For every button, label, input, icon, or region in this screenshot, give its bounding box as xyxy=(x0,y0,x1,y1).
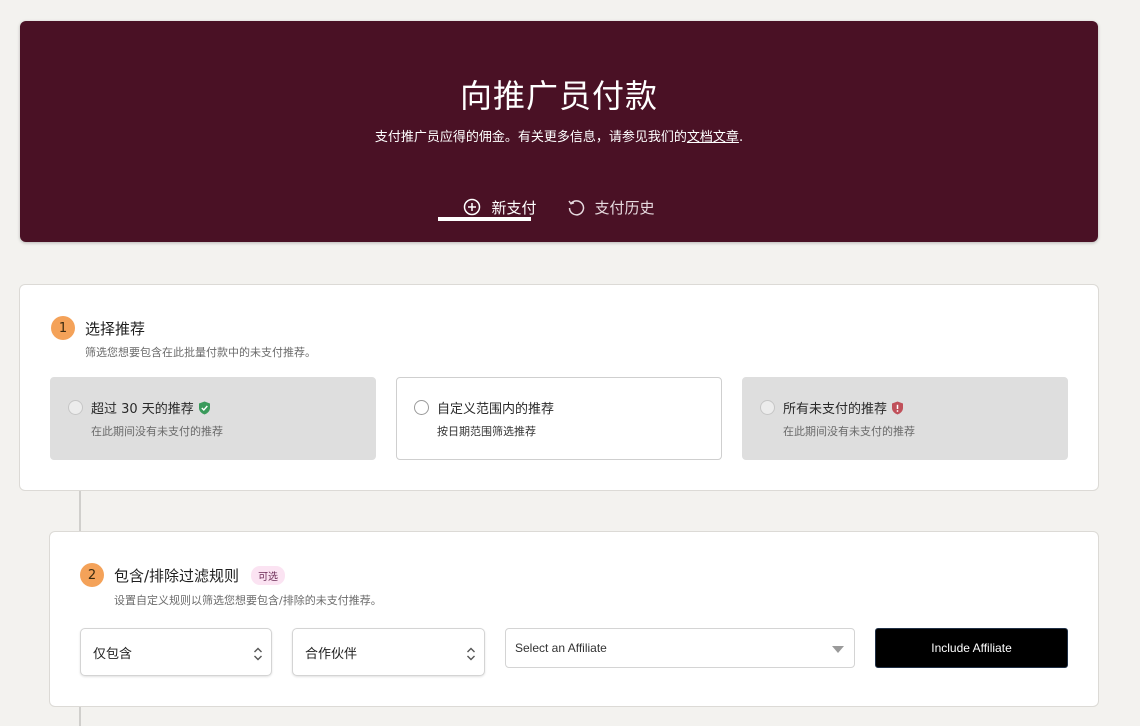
plus-circle-icon xyxy=(464,198,481,216)
option-over-30-days-title: 超过 30 天的推荐 xyxy=(91,398,211,417)
page-description-text: 支付推广员应得的佣金。有关更多信息，请参见我们的 xyxy=(374,130,687,145)
updown-chevron-icon xyxy=(254,647,262,661)
shield-check-icon xyxy=(198,401,210,414)
history-icon xyxy=(567,200,584,216)
tab-new-payment[interactable]: 新支付 xyxy=(453,186,546,228)
filter-mode-value: 仅包含 xyxy=(93,646,133,662)
filter-mode-select[interactable]: 仅包含 xyxy=(80,628,272,676)
radio-over-30-days[interactable] xyxy=(68,400,83,415)
step2-subtitle: 设置自定义规则以筛选您想要包含/排除的未支付推荐。 xyxy=(114,594,382,607)
filter-type-select[interactable]: 合作伙伴 xyxy=(292,628,485,676)
option-all-unpaid-label: 所有未支付的推荐 xyxy=(783,402,888,417)
affiliate-select-placeholder: Select an Affiliate xyxy=(515,641,607,655)
filter-rules-card: 2 包含/排除过滤规则 可选 设置自定义规则以筛选您想要包含/排除的未支付推荐。… xyxy=(49,531,1099,707)
page-title: 向推广员付款 xyxy=(459,77,658,115)
doc-article-link[interactable]: 文档文章 xyxy=(687,130,739,145)
optional-badge: 可选 xyxy=(251,565,286,585)
option-custom-range-desc: 按日期范围筛选推荐 xyxy=(437,425,536,438)
updown-chevron-icon xyxy=(467,647,475,661)
caret-down-icon xyxy=(832,646,844,653)
option-over-30-days-label: 超过 30 天的推荐 xyxy=(91,402,194,417)
step1-number: 1 xyxy=(51,316,75,340)
shield-alert-icon xyxy=(892,401,904,414)
step2-number: 2 xyxy=(80,563,104,587)
radio-custom-range[interactable] xyxy=(414,400,429,415)
tab-payment-history[interactable]: 支付历史 xyxy=(557,186,665,228)
option-custom-range-label: 自定义范围内的推荐 xyxy=(437,402,555,417)
page-description: 支付推广员应得的佣金。有关更多信息，请参见我们的文档文章. xyxy=(20,126,1098,145)
tab-new-payment-label: 新支付 xyxy=(491,198,537,217)
option-custom-range[interactable]: 自定义范围内的推荐 按日期范围筛选推荐 xyxy=(396,377,722,460)
step2-title: 包含/排除过滤规则 xyxy=(114,566,240,585)
option-all-unpaid[interactable]: 所有未支付的推荐 在此期间没有未支付的推荐 xyxy=(742,377,1068,460)
option-over-30-days-desc: 在此期间没有未支付的推荐 xyxy=(91,425,223,438)
page-description-end: . xyxy=(738,130,744,145)
filter-type-value: 合作伙伴 xyxy=(305,646,358,662)
option-custom-range-title: 自定义范围内的推荐 xyxy=(437,398,554,417)
include-affiliate-button[interactable]: Include Affiliate xyxy=(875,628,1068,668)
step1-subtitle: 筛选您想要包含在此批量付款中的未支付推荐。 xyxy=(85,346,316,359)
tab-payment-history-label: 支付历史 xyxy=(594,198,655,217)
step2-header: 2 包含/排除过滤规则 可选 xyxy=(80,563,286,587)
affiliate-select[interactable]: Select an Affiliate xyxy=(505,628,855,668)
tab-bar: 新支付 支付历史 xyxy=(20,186,1098,242)
select-referrals-card: 1 选择推荐 筛选您想要包含在此批量付款中的未支付推荐。 超过 30 天的推荐 … xyxy=(19,284,1099,491)
active-tab-indicator xyxy=(438,217,531,221)
step1-header: 1 选择推荐 xyxy=(51,316,145,340)
option-all-unpaid-title: 所有未支付的推荐 xyxy=(783,398,904,417)
option-over-30-days[interactable]: 超过 30 天的推荐 在此期间没有未支付的推荐 xyxy=(50,377,376,460)
step1-title: 选择推荐 xyxy=(85,319,146,338)
radio-all-unpaid[interactable] xyxy=(760,400,775,415)
page-header: 向推广员付款 支付推广员应得的佣金。有关更多信息，请参见我们的文档文章. 新支付… xyxy=(20,21,1098,242)
option-all-unpaid-desc: 在此期间没有未支付的推荐 xyxy=(783,425,915,438)
